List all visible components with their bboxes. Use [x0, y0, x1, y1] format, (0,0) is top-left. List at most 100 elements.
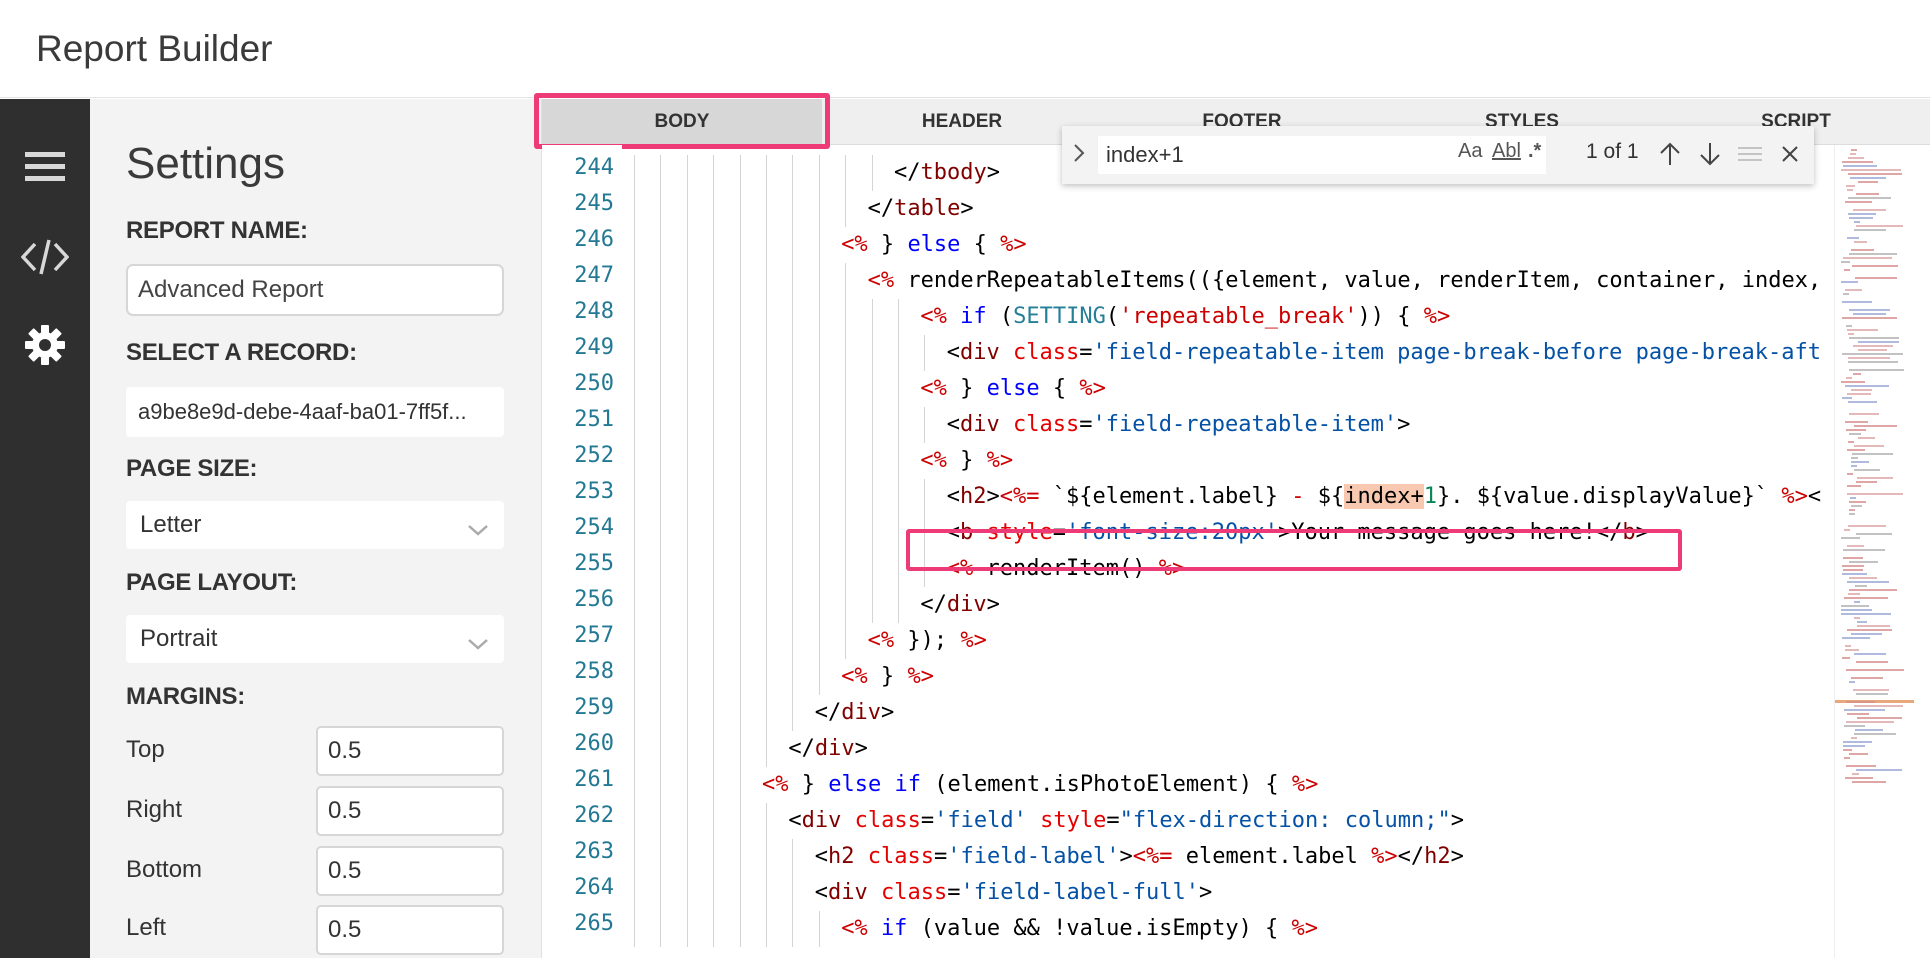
indent-guide	[898, 587, 899, 623]
code-token: >	[960, 196, 974, 221]
record-label: SELECT A RECORD:	[126, 339, 357, 366]
code-line[interactable]: <div class='field-label-full'>	[815, 875, 1212, 911]
code-token: 'field'	[934, 808, 1027, 833]
code-line[interactable]: <div class='field-repeatable-item'>	[947, 407, 1411, 443]
code-line[interactable]: <% } %>	[920, 443, 1013, 479]
tab-header[interactable]: HEADER	[822, 99, 1102, 145]
code-line[interactable]: </div>	[815, 695, 895, 731]
record-select[interactable]: a9be8e9d-debe-4aaf-ba01-7ff5f...	[126, 387, 504, 437]
code-line[interactable]: <% }); %>	[868, 623, 987, 659]
code-line[interactable]: <% if (value && !value.isEmpty) { %>	[841, 911, 1318, 947]
page-size-select[interactable]: Letter	[126, 501, 504, 549]
line-number: 245	[574, 191, 614, 216]
indent-guide	[686, 767, 688, 803]
indent-guide	[818, 443, 820, 479]
indent-guide	[792, 839, 794, 875]
minimap-line	[1843, 745, 1865, 747]
code-line[interactable]: <% renderRepeatableItems(({element, valu…	[868, 263, 1822, 299]
match-case-toggle[interactable]: Aa	[1458, 140, 1482, 163]
code-token: >	[1198, 880, 1213, 905]
minimap-line	[1857, 477, 1893, 479]
line-number: 255	[574, 551, 614, 576]
code-line[interactable]: <div class='field' style="flex-direction…	[788, 803, 1464, 839]
code-line[interactable]: </div>	[920, 587, 1000, 623]
code-token: %>	[907, 664, 934, 689]
margin-top-input[interactable]: 0.5	[316, 726, 504, 776]
code-line[interactable]: <% } else { %>	[841, 227, 1026, 263]
minimap-line	[1846, 377, 1852, 379]
gear-icon[interactable]	[0, 315, 90, 375]
indent-guide	[686, 191, 688, 227]
code-token: class	[867, 844, 935, 869]
arrow-up-icon[interactable]	[1654, 138, 1686, 170]
indent-guide	[686, 875, 688, 911]
indent-guide	[792, 407, 794, 443]
report-name-input[interactable]: Advanced Report	[126, 264, 504, 316]
find-widget: index+1 Aa Abl .* 1 of 1	[1062, 126, 1814, 184]
minimap-line	[1851, 677, 1883, 679]
line-number: 263	[574, 839, 614, 864]
code-token: }	[867, 664, 908, 689]
tab-body[interactable]: BODY	[542, 99, 822, 145]
code-line[interactable]: </table>	[868, 191, 974, 227]
indent-guide	[713, 407, 715, 443]
minimap-line	[1846, 325, 1852, 327]
code-token: >	[1450, 808, 1464, 833]
code-line[interactable]: </div>	[788, 731, 868, 767]
code-token: tbody	[920, 160, 987, 185]
minimap-line	[1845, 649, 1859, 651]
code-line[interactable]: </tbody>	[894, 155, 1000, 191]
minimap-line	[1843, 549, 1885, 551]
indent-guide	[713, 551, 715, 587]
margin-left-input[interactable]: 0.5	[316, 905, 504, 955]
indent-guide	[871, 587, 873, 623]
code-line[interactable]: <% if (SETTING('repeatable_break')) { %>	[920, 299, 1450, 335]
code-icon[interactable]	[0, 227, 90, 287]
menu-icon[interactable]	[0, 137, 90, 197]
close-icon[interactable]	[1774, 138, 1806, 170]
find-in-selection-icon[interactable]	[1734, 138, 1766, 170]
code-token: -	[1291, 484, 1305, 509]
chevron-right-icon[interactable]	[1070, 142, 1088, 169]
indent-guide	[634, 803, 635, 839]
minimap-line	[1849, 513, 1855, 515]
margin-right-input[interactable]: 0.5	[316, 786, 504, 836]
minimap-line	[1854, 705, 1903, 707]
indent-guide	[792, 623, 794, 659]
code-line[interactable]: <% } %>	[841, 659, 934, 695]
code-token: "flex-direction: column;"	[1119, 808, 1451, 833]
code-token: ${	[1304, 484, 1345, 509]
indent-guide	[634, 659, 635, 695]
code-line[interactable]: <% } else { %>	[920, 371, 1105, 407]
indent-guide	[792, 155, 794, 191]
code-token: div	[828, 880, 868, 905]
indent-guide	[766, 623, 767, 659]
regex-toggle[interactable]: .*	[1528, 140, 1541, 163]
indent-guide	[686, 299, 688, 335]
minimap-line	[1846, 721, 1894, 723]
indent-guide	[766, 155, 767, 191]
indent-guide	[845, 587, 847, 623]
left-nav-rail	[0, 99, 90, 958]
whole-word-toggle[interactable]: Abl	[1492, 140, 1521, 163]
margin-bottom-input[interactable]: 0.5	[316, 846, 504, 896]
indent-guide	[871, 335, 873, 371]
indent-guide	[660, 767, 662, 803]
indent-guide	[660, 551, 662, 587]
minimap-line	[1854, 469, 1880, 471]
code-line[interactable]: <h2><%= `${element.label} - ${index+1}. …	[947, 479, 1821, 515]
page-layout-select[interactable]: Portrait	[126, 615, 504, 663]
code-line[interactable]: <div class='field-repeatable-item page-b…	[947, 335, 1821, 371]
arrow-down-icon[interactable]	[1694, 138, 1726, 170]
minimap-line	[1846, 429, 1866, 431]
indent-guide	[766, 659, 767, 695]
minimap-line	[1847, 629, 1892, 631]
code-line[interactable]: <% } else if (element.isPhotoElement) { …	[762, 767, 1318, 803]
code-line[interactable]: <h2 class='field-label'><%= element.labe…	[815, 839, 1464, 875]
code-token: renderRepeatableItems(({element, value, …	[894, 268, 1822, 293]
indent-guide	[818, 299, 820, 335]
indent-guide	[766, 479, 767, 515]
editor-minimap[interactable]	[1834, 145, 1914, 958]
code-token: %>	[1291, 916, 1319, 941]
